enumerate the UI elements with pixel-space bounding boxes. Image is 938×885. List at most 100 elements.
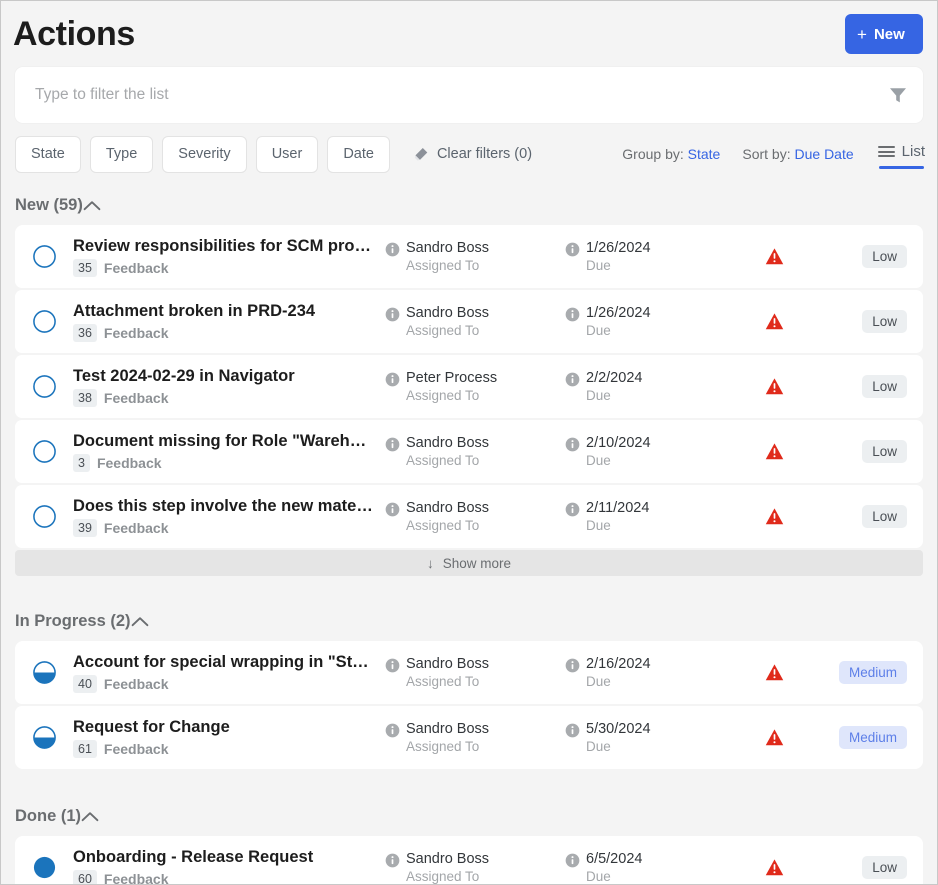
item-subtitle: 36 Feedback xyxy=(73,324,375,342)
item-title-cell: Does this step involve the new mate… 39 Fe… xyxy=(73,496,385,537)
assignee-name: Sandro Boss xyxy=(406,239,490,256)
view-toggle-list[interactable]: List xyxy=(877,143,925,169)
plus-icon: + xyxy=(857,24,867,44)
action-list-item[interactable]: Request for Change 61 Feedback Sandro Boss A… xyxy=(15,706,923,769)
status-badge: Low xyxy=(862,245,907,268)
item-title-cell: Account for special wrapping in "St… 40 Fe… xyxy=(73,652,385,693)
due-date-label: Due xyxy=(586,517,611,533)
action-list-item[interactable]: Does this step involve the new mate… 39 Fe… xyxy=(15,485,923,548)
group-header-in-progress[interactable]: In Progress (2) xyxy=(1,601,937,641)
item-subtitle: 38 Feedback xyxy=(73,389,375,407)
severity-cell: Low xyxy=(835,856,907,879)
due-date-label: Due xyxy=(586,868,611,884)
search-bar[interactable] xyxy=(15,67,923,123)
info-icon xyxy=(385,435,400,452)
alert-cell xyxy=(750,663,835,682)
sort-by-control[interactable]: Sort by: Due Date xyxy=(742,146,853,162)
show-more-button[interactable]: ↓ Show more xyxy=(15,550,923,576)
funnel-icon[interactable] xyxy=(887,84,909,106)
due-date-value: 2/10/2024 xyxy=(586,434,651,451)
alert-cell xyxy=(750,247,835,266)
due-date-cell: 2/2/2024 Due xyxy=(565,370,750,404)
filter-chip-state[interactable]: State xyxy=(15,135,81,173)
status-indicator[interactable] xyxy=(15,504,73,529)
status-indicator[interactable] xyxy=(15,855,73,880)
status-badge: Low xyxy=(862,310,907,333)
info-icon xyxy=(385,305,400,322)
action-list-item[interactable]: Account for special wrapping in "St… 40 Fe… xyxy=(15,641,923,704)
severity-cell: Low xyxy=(835,505,907,528)
group-by-control[interactable]: Group by: State xyxy=(622,146,720,162)
status-badge: Low xyxy=(862,856,907,879)
warning-icon xyxy=(765,247,784,266)
item-title: Does this step involve the new mate… xyxy=(73,497,373,515)
actions-page: Actions + New State Type Severity User D… xyxy=(0,0,938,885)
status-badge: Low xyxy=(862,505,907,528)
list-icon xyxy=(877,146,895,157)
info-icon xyxy=(385,500,400,517)
due-date-value: 2/11/2024 xyxy=(586,499,650,516)
filter-chip-type[interactable]: Type xyxy=(89,135,154,173)
group-header-done[interactable]: Done (1) xyxy=(1,796,937,836)
info-icon xyxy=(385,240,400,257)
action-list-item[interactable]: Onboarding - Release Request 60 Feedback Sa… xyxy=(15,836,923,884)
item-type-label: Feedback xyxy=(96,455,162,471)
status-indicator[interactable] xyxy=(15,309,73,334)
status-indicator[interactable] xyxy=(15,374,73,399)
due-date-label: Due xyxy=(586,322,611,338)
status-indicator[interactable] xyxy=(15,439,73,464)
assignee-label: Assigned To xyxy=(406,387,480,403)
status-indicator[interactable] xyxy=(15,660,73,685)
item-id-badge: 38 xyxy=(73,389,97,407)
alert-cell xyxy=(750,507,835,526)
filter-chip-date[interactable]: Date xyxy=(327,135,390,173)
warning-icon xyxy=(765,377,784,396)
group-header-new[interactable]: New (59) xyxy=(1,185,937,225)
due-date-cell: 2/16/2024 Due xyxy=(565,656,750,690)
clear-filters-button[interactable]: Clear filters (0) xyxy=(412,146,532,163)
info-icon xyxy=(565,305,580,322)
item-id-badge: 60 xyxy=(73,870,97,884)
info-icon xyxy=(565,500,580,517)
info-icon xyxy=(565,721,580,738)
chevron-up-icon[interactable] xyxy=(131,616,149,627)
status-indicator[interactable] xyxy=(15,244,73,269)
due-date-label: Due xyxy=(586,257,611,273)
status-indicator[interactable] xyxy=(15,725,73,750)
group-list-new: Review responsibilities for SCM pro… 35 Fe… xyxy=(1,225,937,548)
search-input[interactable] xyxy=(33,85,887,105)
assignee-name: Sandro Boss xyxy=(406,850,490,867)
group-title: Done (1) xyxy=(15,806,81,825)
action-list-item[interactable]: Document missing for Role "Wareho… 3 Feedb… xyxy=(15,420,923,483)
filter-chip-severity[interactable]: Severity xyxy=(162,135,247,173)
due-date-cell: 1/26/2024 Due xyxy=(565,240,750,274)
warning-icon xyxy=(765,663,784,682)
new-button[interactable]: + New xyxy=(845,14,923,54)
action-list-item[interactable]: Test 2024-02-29 in Navigator 38 Feedback Pe… xyxy=(15,355,923,418)
assignee-label: Assigned To xyxy=(406,673,480,689)
severity-cell: Low xyxy=(835,245,907,268)
info-icon xyxy=(385,656,400,673)
due-date-cell: 2/11/2024 Due xyxy=(565,500,750,534)
item-title: Request for Change xyxy=(73,718,230,736)
chevron-up-icon[interactable] xyxy=(81,811,99,822)
view-toggle-label: List xyxy=(901,143,925,160)
due-date-label: Due xyxy=(586,452,611,468)
filter-chip-user[interactable]: User xyxy=(255,135,319,173)
due-date-label: Due xyxy=(586,738,611,754)
action-list-item[interactable]: Attachment broken in PRD-234 36 Feedback Sa… xyxy=(15,290,923,353)
item-title-cell: Test 2024-02-29 in Navigator 38 Feedback xyxy=(73,366,385,407)
action-list-item[interactable]: Review responsibilities for SCM pro… 35 Fe… xyxy=(15,225,923,288)
group-by-value[interactable]: State xyxy=(688,146,721,162)
due-date-cell: 5/30/2024 Due xyxy=(565,721,750,755)
assignee-cell: Sandro Boss Assigned To xyxy=(385,500,565,534)
assignee-cell: Peter Process Assigned To xyxy=(385,370,565,404)
info-icon xyxy=(385,851,400,868)
warning-icon xyxy=(765,728,784,747)
info-icon xyxy=(385,721,400,738)
filter-chip-group: State Type Severity User Date xyxy=(15,135,390,173)
sort-by-value[interactable]: Due Date xyxy=(795,146,854,162)
chevron-up-icon[interactable] xyxy=(83,200,101,211)
